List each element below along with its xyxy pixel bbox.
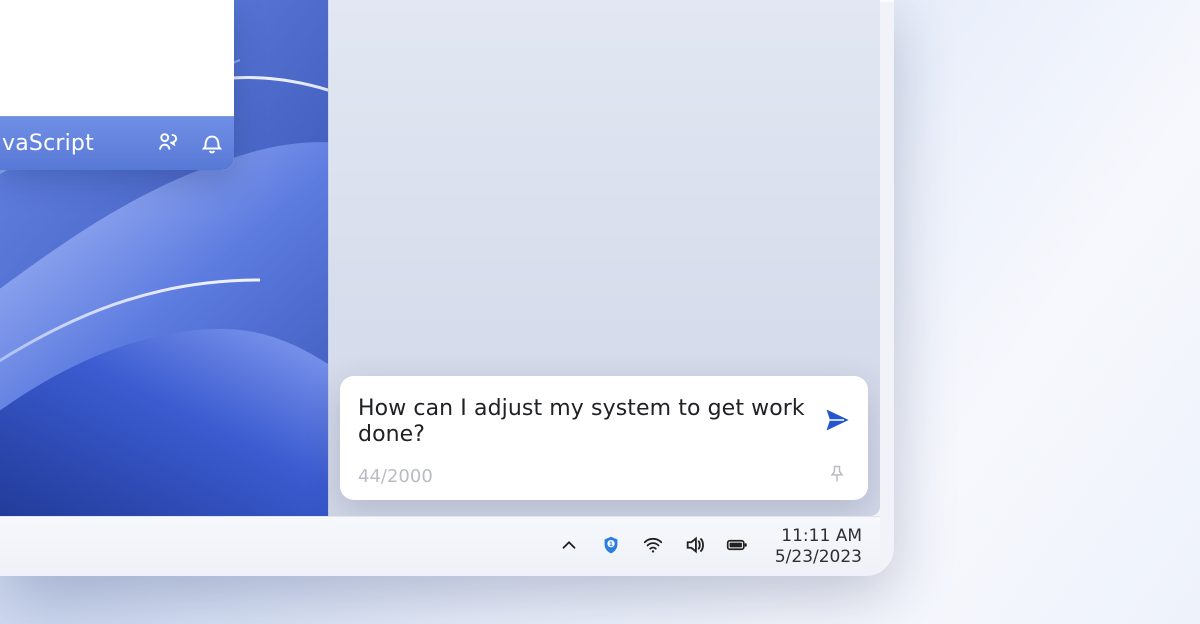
copilot-prompt-box: How can I adjust my system to get work d… bbox=[340, 376, 868, 500]
send-button[interactable] bbox=[816, 401, 858, 443]
copilot-input[interactable]: How can I adjust my system to get work d… bbox=[358, 396, 816, 449]
windows-security-button[interactable]: 1 bbox=[598, 534, 624, 560]
security-shield-icon: 1 bbox=[600, 534, 622, 560]
vscode-status-bar: vaScript bbox=[0, 116, 234, 170]
network-button[interactable] bbox=[640, 534, 666, 560]
taskbar-time: 11:11 AM bbox=[766, 526, 862, 546]
taskbar-date: 5/23/2023 bbox=[766, 547, 862, 567]
taskbar-clock[interactable]: 11:11 AM 5/23/2023 bbox=[766, 526, 862, 566]
device-frame: How can I adjust my system to get work d… bbox=[0, 0, 894, 576]
language-mode[interactable]: vaScript bbox=[0, 131, 94, 156]
copilot-prompt-row: How can I adjust my system to get work d… bbox=[340, 376, 868, 458]
desktop-screen: How can I adjust my system to get work d… bbox=[0, 0, 880, 516]
volume-button[interactable] bbox=[682, 534, 708, 560]
notifications-button[interactable] bbox=[190, 117, 234, 171]
pin-icon bbox=[827, 464, 847, 488]
bell-icon bbox=[199, 129, 225, 159]
battery-button[interactable] bbox=[724, 534, 750, 560]
feedback-button[interactable] bbox=[146, 117, 190, 171]
chevron-up-icon bbox=[558, 534, 580, 560]
wifi-icon bbox=[642, 534, 664, 560]
taskbar: 1 11:11 AM 5/23/2023 bbox=[0, 516, 880, 576]
copilot-sidebar: How can I adjust my system to get work d… bbox=[328, 0, 880, 516]
volume-icon bbox=[684, 534, 706, 560]
svg-text:1: 1 bbox=[609, 540, 613, 547]
vscode-editor-area bbox=[0, 0, 234, 116]
battery-icon bbox=[726, 534, 748, 560]
share-icon bbox=[155, 129, 181, 159]
tray-overflow-button[interactable] bbox=[556, 534, 582, 560]
copilot-prompt-footer: 44/2000 bbox=[340, 458, 868, 500]
vscode-window-corner: vaScript bbox=[0, 0, 234, 170]
char-counter: 44/2000 bbox=[358, 466, 433, 487]
send-icon bbox=[823, 406, 851, 438]
pin-button[interactable] bbox=[822, 461, 852, 491]
